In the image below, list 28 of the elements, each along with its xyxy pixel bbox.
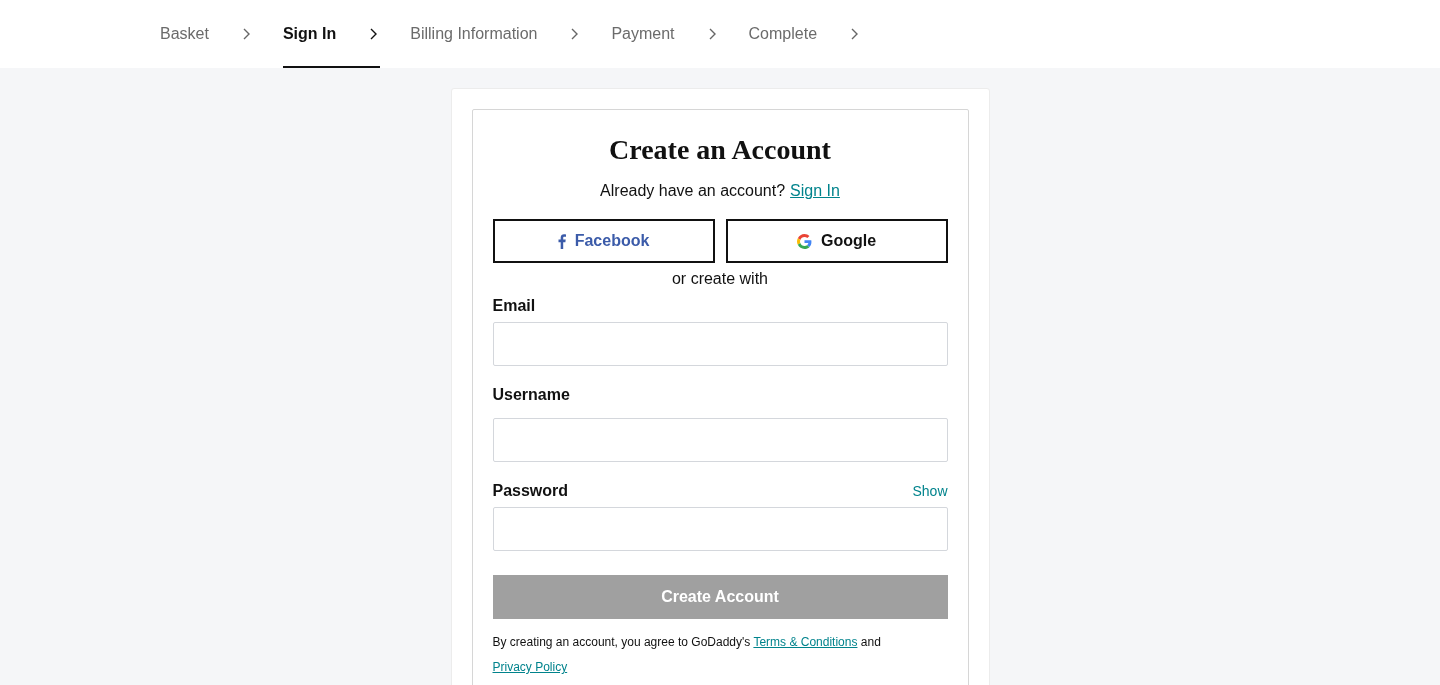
signin-link[interactable]: Sign In — [790, 182, 840, 200]
chevron-icon — [708, 28, 716, 40]
google-button[interactable]: Google — [725, 219, 948, 263]
chevron-icon — [242, 28, 250, 40]
input-field[interactable] — [492, 418, 948, 462]
google-icon — [796, 233, 812, 249]
divider-text: or create with — [670, 270, 769, 288]
show-password-link[interactable]: Show — [912, 483, 948, 499]
input-field[interactable] — [492, 322, 948, 366]
field-label: Username — [492, 386, 570, 404]
privacy-link[interactable]: Privacy Policy — [492, 660, 568, 674]
chevron-icon — [851, 28, 859, 40]
form-title: Create an Account — [608, 133, 832, 167]
field-label: Password — [492, 482, 569, 500]
legal-text: By creating an account, you agree to GoDaddy's Terms & Conditions and Privacy Policy — [492, 634, 882, 676]
facebook-button[interactable]: Facebook — [492, 219, 715, 263]
checkout-step[interactable]: Payment — [611, 0, 719, 68]
input-field[interactable] — [492, 507, 948, 551]
chevron-icon — [571, 28, 579, 40]
checkout-step[interactable]: Sign In — [282, 0, 381, 68]
checkout-step[interactable]: Complete — [748, 0, 862, 68]
facebook-icon — [557, 233, 566, 249]
chevron-icon — [370, 28, 378, 40]
checkout-step[interactable]: Billing Information — [410, 0, 582, 68]
field-label: Email — [492, 297, 536, 315]
signin-prompt: Already have an account? — [600, 182, 786, 200]
terms-link[interactable]: Terms & Conditions — [753, 635, 858, 649]
checkout-step[interactable]: Basket — [160, 0, 253, 68]
